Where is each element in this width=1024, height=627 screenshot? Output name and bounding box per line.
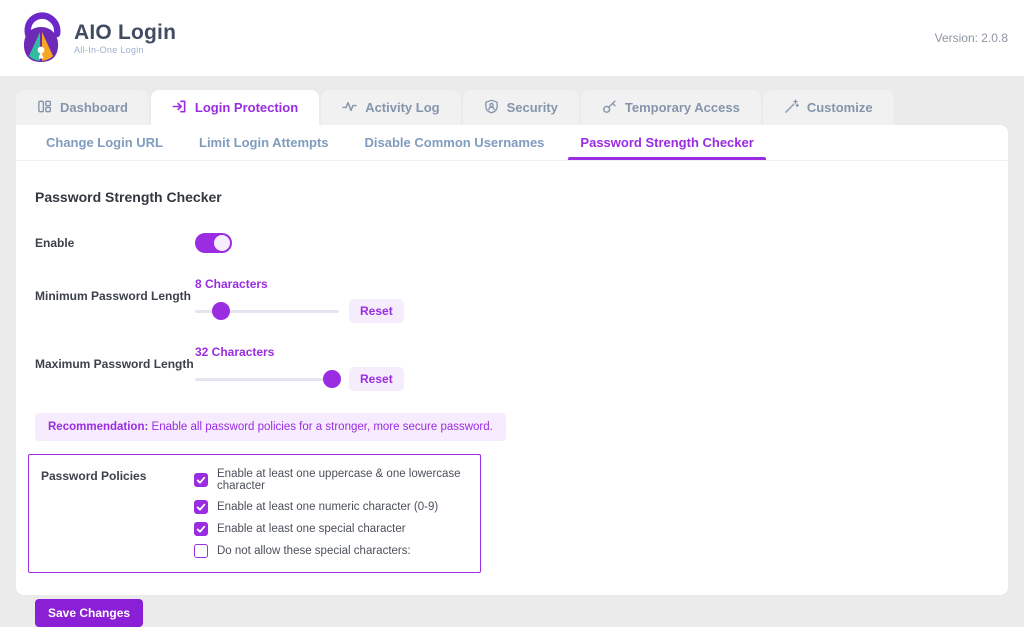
min-length-row: Minimum Password Length 8 Characters Res… — [35, 277, 988, 323]
app-subtitle: All-In-One Login — [74, 46, 176, 55]
policy-list: Enable at least one uppercase & one lowe… — [194, 468, 480, 566]
tab-customize[interactable]: Customize — [763, 90, 894, 125]
magic-wand-icon — [784, 99, 799, 117]
checkbox-icon[interactable] — [194, 500, 208, 514]
key-icon — [602, 99, 617, 117]
shield-user-icon — [484, 99, 499, 117]
tab-label: Temporary Access — [625, 100, 740, 115]
login-arrow-icon — [172, 99, 187, 117]
tab-security[interactable]: Security — [463, 90, 579, 125]
policy-numeric[interactable]: Enable at least one numeric character (0… — [194, 500, 480, 514]
check-icon — [196, 475, 206, 485]
max-reset-button[interactable]: Reset — [349, 367, 404, 391]
toggle-knob — [214, 235, 230, 251]
max-slider-thumb[interactable] — [323, 370, 341, 388]
password-policies-box: Password Policies Enable at least one up… — [28, 454, 481, 573]
content-card: Change Login URL Limit Login Attempts Di… — [16, 125, 1008, 595]
settings-panel: Password Strength Checker Enable Minimum… — [16, 161, 1008, 627]
tab-label: Activity Log — [365, 100, 439, 115]
policy-label: Enable at least one uppercase & one lowe… — [217, 468, 480, 492]
checkbox-icon[interactable] — [194, 473, 208, 487]
min-length-slider[interactable] — [195, 302, 339, 320]
version-label: Version: 2.0.8 — [935, 31, 1008, 45]
sub-tabbar: Change Login URL Limit Login Attempts Di… — [16, 125, 1008, 161]
policy-special-character[interactable]: Enable at least one special character — [194, 522, 480, 536]
page-title: Password Strength Checker — [35, 189, 988, 205]
tab-activity-log[interactable]: Activity Log — [321, 90, 460, 125]
max-length-row: Maximum Password Length 32 Characters Re… — [35, 345, 988, 391]
policy-uppercase-lowercase[interactable]: Enable at least one uppercase & one lowe… — [194, 468, 480, 492]
min-length-value: 8 Characters — [195, 277, 404, 291]
enable-toggle[interactable] — [195, 233, 232, 253]
subtab-password-strength-checker[interactable]: Password Strength Checker — [568, 125, 765, 160]
activity-pulse-icon — [342, 99, 357, 117]
app-title: AIO Login — [74, 22, 176, 43]
recommendation-banner: Recommendation: Enable all password poli… — [35, 413, 506, 441]
checkbox-icon[interactable] — [194, 544, 208, 558]
tab-dashboard[interactable]: Dashboard — [16, 90, 149, 125]
app-header: AIO Login All-In-One Login Version: 2.0.… — [0, 0, 1024, 76]
slider-track[interactable] — [195, 378, 339, 381]
tab-label: Login Protection — [195, 100, 298, 115]
recommendation-prefix: Recommendation: — [48, 421, 148, 433]
dashboard-icon — [37, 99, 52, 117]
max-length-slider[interactable] — [195, 370, 339, 388]
check-icon — [196, 524, 206, 534]
max-length-value: 32 Characters — [195, 345, 404, 359]
subtab-change-login-url[interactable]: Change Login URL — [34, 125, 175, 160]
policy-label: Do not allow these special characters: — [217, 545, 411, 557]
check-icon — [196, 502, 206, 512]
subtab-limit-login-attempts[interactable]: Limit Login Attempts — [187, 125, 341, 160]
subtab-label: Limit Login Attempts — [199, 135, 329, 150]
policy-label: Enable at least one special character — [217, 523, 406, 535]
tab-label: Security — [507, 100, 558, 115]
app-logo: AIO Login All-In-One Login — [16, 10, 176, 66]
subtab-label: Disable Common Usernames — [365, 135, 545, 150]
policy-disallow-special-characters[interactable]: Do not allow these special characters: — [194, 544, 480, 558]
enable-row: Enable — [35, 233, 988, 253]
recommendation-text: Enable all password policies for a stron… — [148, 421, 493, 433]
main-tabbar: Dashboard Login Protection Activity Log — [16, 90, 1008, 125]
tab-temporary-access[interactable]: Temporary Access — [581, 90, 761, 125]
subtab-label: Change Login URL — [46, 135, 163, 150]
enable-label: Enable — [35, 236, 195, 250]
padlock-logo-icon — [16, 10, 66, 66]
tab-login-protection[interactable]: Login Protection — [151, 90, 319, 125]
password-policies-label: Password Policies — [41, 468, 194, 566]
max-length-label: Maximum Password Length — [35, 345, 195, 391]
checkbox-icon[interactable] — [194, 522, 208, 536]
min-reset-button[interactable]: Reset — [349, 299, 404, 323]
policy-label: Enable at least one numeric character (0… — [217, 501, 438, 513]
subtab-disable-common-usernames[interactable]: Disable Common Usernames — [353, 125, 557, 160]
min-length-label: Minimum Password Length — [35, 277, 195, 323]
subtab-label: Password Strength Checker — [580, 135, 753, 150]
save-changes-button[interactable]: Save Changes — [35, 599, 143, 627]
min-slider-thumb[interactable] — [212, 302, 230, 320]
tab-label: Customize — [807, 100, 873, 115]
tab-label: Dashboard — [60, 100, 128, 115]
